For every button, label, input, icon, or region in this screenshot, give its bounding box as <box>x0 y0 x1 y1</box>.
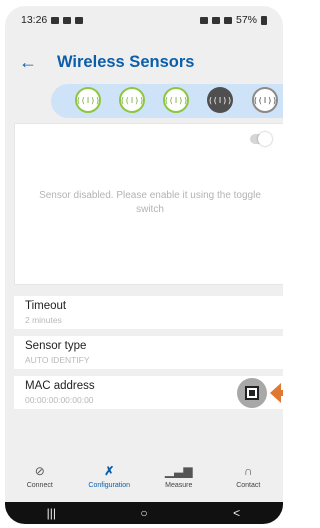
sensor-wave-icon: ((ǀ)) <box>207 95 233 105</box>
sensor-wave-icon: ((ǀ)) <box>75 95 101 105</box>
back-button[interactable]: < <box>222 506 252 520</box>
sensor-type-label: Sensor type <box>25 340 87 352</box>
qr-code-icon <box>245 386 259 400</box>
home-button[interactable]: ○ <box>129 506 159 520</box>
battery-icon <box>261 15 267 25</box>
system-navigation-bar: ||| ○ < <box>5 502 283 524</box>
tools-icon: ✗ <box>104 463 115 478</box>
signal-icon <box>223 16 232 24</box>
app-header: ← Wireless Sensors <box>5 50 283 74</box>
mac-address-value: 00:00:00:00:00:00 <box>25 395 94 405</box>
nav-configuration-label: Configuration <box>88 481 131 489</box>
sensor-wave-icon: ((ǀ)) <box>252 95 278 105</box>
recents-button[interactable]: ||| <box>36 506 66 520</box>
sensor-type-value: AUTO IDENTIFY <box>25 355 90 365</box>
sensor-1-button[interactable]: ((ǀ)) <box>75 87 101 113</box>
bottom-navigation: ⊘ Connect ✗ Configuration ▁▃▆ Measure ∩ … <box>5 452 283 500</box>
app-notification-icon <box>75 16 84 24</box>
mac-address-label: MAC address <box>25 380 95 392</box>
nav-connect[interactable]: ⊘ Connect <box>5 452 75 500</box>
sensor-enable-toggle[interactable] <box>250 132 272 146</box>
timeout-field[interactable]: Timeout 2 minutes <box>14 296 283 329</box>
page-title: Wireless Sensors <box>57 52 195 71</box>
message-notification-icon <box>63 16 72 24</box>
status-time: 13:26 <box>21 14 48 26</box>
headphones-icon: ∩ <box>243 463 253 478</box>
sensor-panel: Sensor disabled. Please enable it using … <box>14 123 283 285</box>
toggle-knob <box>258 132 272 146</box>
nav-configuration[interactable]: ✗ Configuration <box>75 452 145 500</box>
status-bar: 13:26 57% <box>5 6 283 34</box>
nav-measure-label: Measure <box>165 481 193 489</box>
alarm-icon <box>199 16 208 24</box>
nav-contact-label: Contact <box>236 481 261 489</box>
phone-screen: 13:26 57% ← Wireless Sensors ((ǀ)) ((ǀ))… <box>5 6 283 524</box>
sensor-5-button[interactable]: ((ǀ)) <box>252 87 278 113</box>
gallery-notification-icon <box>51 16 60 24</box>
timeout-label: Timeout <box>25 300 67 312</box>
qr-scan-button[interactable] <box>237 378 267 408</box>
sensor-wave-icon: ((ǀ)) <box>163 95 189 105</box>
bar-chart-icon: ▁▃▆ <box>164 463 193 478</box>
sensor-type-field[interactable]: Sensor type AUTO IDENTIFY <box>14 336 283 369</box>
pointer-arrow-tail <box>280 390 283 396</box>
sensor-disabled-message: Sensor disabled. Please enable it using … <box>39 190 261 215</box>
sensor-3-button[interactable]: ((ǀ)) <box>163 87 189 113</box>
nav-measure[interactable]: ▁▃▆ Measure <box>144 452 214 500</box>
sensor-4-button[interactable]: ((ǀ)) <box>207 87 233 113</box>
link-icon: ⊘ <box>34 463 45 478</box>
back-arrow-icon[interactable]: ← <box>19 52 39 73</box>
sensor-wave-icon: ((ǀ)) <box>119 95 145 105</box>
sensor-2-button[interactable]: ((ǀ)) <box>119 87 145 113</box>
battery-percent: 57% <box>235 14 257 26</box>
wifi-icon <box>211 16 220 24</box>
nav-contact[interactable]: ∩ Contact <box>214 452 284 500</box>
timeout-value: 2 minutes <box>25 315 62 325</box>
nav-connect-label: Connect <box>26 481 53 489</box>
sensor-selector: ((ǀ)) ((ǀ)) ((ǀ)) ((ǀ)) ((ǀ)) <box>51 84 283 118</box>
